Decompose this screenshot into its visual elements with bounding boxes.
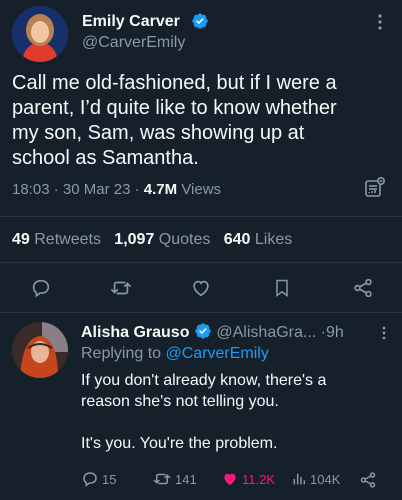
author-name[interactable]: Emily Carver	[82, 13, 180, 31]
retweet-icon[interactable]	[107, 274, 135, 302]
verified-badge-icon	[191, 12, 209, 35]
share-icon[interactable]	[357, 469, 379, 491]
tweet-text-line: school as Samantha.	[12, 147, 199, 169]
reply-icon	[83, 472, 97, 487]
reply-author-name[interactable]: Alisha Grauso	[81, 324, 189, 341]
analytics-icon[interactable]	[362, 175, 388, 201]
quotes-count: 1,097	[114, 231, 155, 248]
replying-to-handle[interactable]: @CarverEmily	[166, 345, 269, 362]
replying-to: Replying to @CarverEmily	[81, 345, 269, 363]
author-handle[interactable]: @CarverEmily	[82, 34, 185, 52]
reply-icon[interactable]	[27, 274, 55, 302]
divider	[0, 216, 402, 217]
share-icon[interactable]	[349, 274, 377, 302]
reply-action-like[interactable]: 11.2K	[221, 470, 275, 488]
reply-author-avatar[interactable]	[12, 322, 68, 378]
views-icon	[293, 473, 306, 485]
reply-text-line: reason she's not telling you.	[81, 393, 279, 410]
divider	[0, 262, 402, 263]
likes-count: 640	[223, 231, 251, 248]
like-filled-icon	[224, 473, 236, 485]
views-count: 4.7M	[143, 181, 178, 198]
reply-header: Alisha Grauso @AlishaGra... ·9h	[81, 322, 344, 345]
likes-stat[interactable]: 640 Likes	[224, 231, 293, 248]
meta-separator: ·	[134, 181, 140, 198]
tweet-text-line: my son, Sam, was showing up at	[12, 122, 305, 144]
tweet-date[interactable]: 30 Mar 23	[63, 181, 131, 198]
retweets-count: 49	[12, 231, 30, 248]
tweet-meta: 18:03 · 30 Mar 23 · 4.7M Views	[12, 181, 221, 198]
like-icon[interactable]	[187, 274, 215, 302]
reply-action-views[interactable]: 104K	[291, 470, 340, 488]
tweet-text-line: Call me old-fashioned, but if I were a	[12, 72, 337, 94]
like-count: 11.2K	[242, 471, 276, 487]
retweet-icon	[153, 473, 171, 485]
reply-count: 15	[102, 471, 117, 487]
tweet-stats: 49 Retweets 1,097 Quotes 640 Likes	[12, 231, 292, 249]
reply-text-line: It's you. You're the problem.	[81, 435, 278, 452]
quotes-stat[interactable]: 1,097 Quotes	[114, 231, 210, 248]
bookmark-icon[interactable]	[268, 274, 296, 302]
tweet-text: Call me old-fashioned, but if I were a p…	[12, 71, 397, 171]
reply-author-handle[interactable]: @AlishaGra...	[216, 324, 316, 341]
meta-separator: ·	[53, 181, 59, 198]
reply-action-retweet[interactable]: 141	[152, 470, 197, 488]
view-count: 104K	[310, 471, 341, 487]
reply-text: If you don't already know, there's a rea…	[81, 370, 396, 454]
reply-age[interactable]: 9h	[326, 324, 344, 341]
more-icon[interactable]	[372, 10, 388, 34]
tweet-time[interactable]: 18:03	[12, 181, 50, 198]
retweet-count: 141	[175, 471, 197, 487]
views-label: Views	[181, 181, 222, 198]
likes-label: Likes	[254, 231, 293, 248]
quotes-label: Quotes	[158, 231, 211, 248]
retweets-label: Retweets	[34, 231, 101, 248]
tweet-text-line: parent, I’d quite like to know whether	[12, 97, 337, 119]
verified-badge-icon	[194, 322, 212, 345]
author-avatar[interactable]	[12, 6, 68, 62]
divider	[0, 312, 402, 313]
retweets-stat[interactable]: 49 Retweets	[12, 231, 101, 248]
replying-to-label: Replying to	[81, 345, 162, 362]
reply-action-reply[interactable]: 15	[81, 470, 116, 488]
more-icon[interactable]	[377, 322, 391, 344]
reply-text-line	[81, 412, 396, 433]
reply-text-line: If you don't already know, there's a	[81, 372, 327, 389]
